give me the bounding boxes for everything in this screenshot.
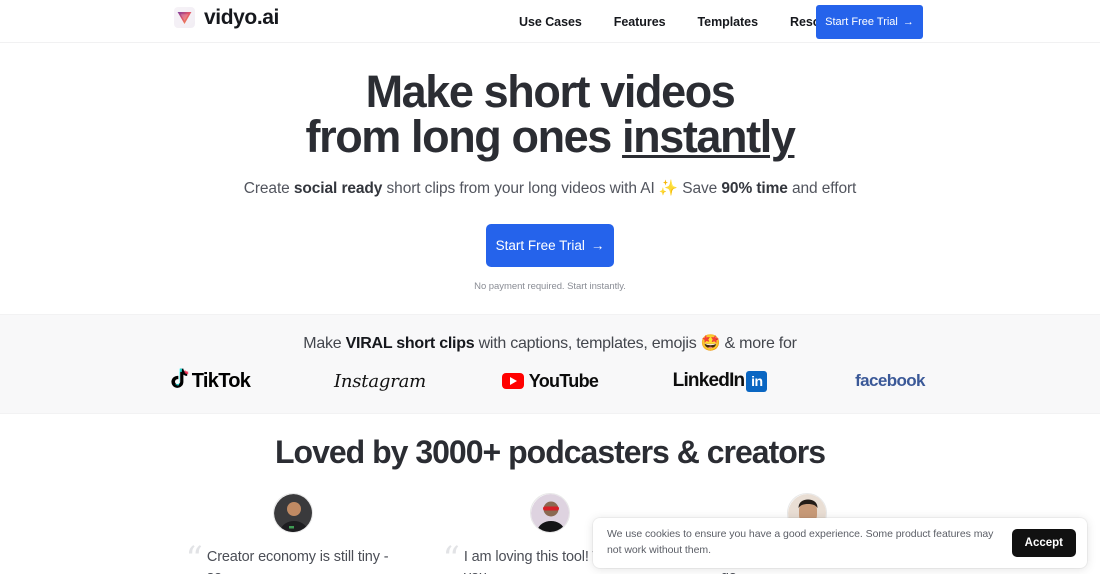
facebook-wordmark: facebook bbox=[855, 371, 925, 391]
sub-bold-social-ready: social ready bbox=[293, 180, 383, 197]
header-cta-label: Start Free Trial bbox=[825, 16, 898, 28]
headline-line-2-prefix: from long ones bbox=[305, 111, 623, 162]
vidyo-triangle-logo-icon bbox=[174, 7, 195, 28]
nav-item-features[interactable]: Features bbox=[614, 15, 666, 29]
tiktok-logo-icon bbox=[170, 368, 189, 394]
platform-logo-linkedin: LinkedIn in bbox=[635, 367, 805, 395]
brand-logo[interactable]: vidyo.ai bbox=[174, 7, 279, 28]
page-title: Make short videos from long ones instant… bbox=[0, 69, 1100, 159]
sub-part-4: and effort bbox=[787, 180, 857, 197]
sub-bold-90-percent-time: 90% time bbox=[721, 180, 788, 197]
youtube-play-icon bbox=[501, 373, 524, 390]
nav-item-templates[interactable]: Templates bbox=[698, 15, 759, 29]
social-platforms-band: Make VIRAL short clips with captions, te… bbox=[0, 314, 1100, 415]
band-title-end: & more for bbox=[720, 335, 797, 353]
hero-start-free-trial-button[interactable]: Start Free Trial → bbox=[486, 224, 614, 268]
tiktok-wordmark: TikTok bbox=[191, 369, 251, 392]
landing-page: vidyo.ai Use Cases Features Templates Re… bbox=[0, 0, 1100, 574]
quote-icon: “ bbox=[442, 539, 460, 574]
hero-cta-label: Start Free Trial bbox=[495, 238, 585, 254]
youtube-wordmark: YouTube bbox=[528, 370, 599, 391]
brand-name: vidyo.ai bbox=[204, 6, 279, 29]
platform-logo-row: TikTok Instagram YouTube LinkedIn in fac… bbox=[0, 367, 1100, 395]
avatar bbox=[530, 493, 570, 534]
nav-item-use-cases[interactable]: Use Cases bbox=[519, 15, 582, 29]
instagram-wordmark: Instagram bbox=[333, 370, 427, 392]
site-header: vidyo.ai Use Cases Features Templates Re… bbox=[0, 0, 1100, 43]
sub-part-1: Create bbox=[243, 180, 294, 197]
avatar bbox=[273, 493, 313, 534]
sub-part-2: short clips from your long videos with A… bbox=[382, 180, 659, 197]
hero-section: Make short videos from long ones instant… bbox=[0, 43, 1100, 292]
hero-subheading: Create social ready short clips from you… bbox=[0, 176, 1100, 201]
cookie-consent-banner: We use cookies to ensure you have a good… bbox=[593, 518, 1087, 568]
testimonial-card: “ Creator economy is still tiny - so bbox=[186, 493, 401, 574]
band-title-pre: Make bbox=[303, 335, 346, 353]
arrow-right-icon: → bbox=[590, 238, 605, 254]
star-struck-emoji-icon: 🤩 bbox=[700, 335, 721, 353]
testimonial-text: Creator economy is still tiny - so bbox=[206, 549, 389, 574]
platform-logo-instagram: Instagram bbox=[295, 367, 465, 395]
headline-underlined-word: instantly bbox=[622, 111, 796, 162]
quote-icon: “ bbox=[185, 539, 203, 574]
platform-logo-youtube: YouTube bbox=[465, 367, 635, 395]
linkedin-wordmark: LinkedIn bbox=[672, 370, 746, 392]
platform-logo-facebook: facebook bbox=[805, 367, 975, 395]
linkedin-in-icon: in bbox=[746, 370, 768, 392]
main-nav: Use Cases Features Templates Resources bbox=[519, 0, 854, 43]
headline-line-1: Make short videos bbox=[365, 66, 736, 117]
social-band-title: Make VIRAL short clips with captions, te… bbox=[0, 315, 1100, 353]
cookie-message: We use cookies to ensure you have a good… bbox=[607, 528, 994, 556]
header-start-free-trial-button[interactable]: Start Free Trial → bbox=[816, 5, 923, 39]
hero-cta-note: No payment required. Start instantly. bbox=[474, 281, 626, 293]
sparkles-emoji-icon: ✨ bbox=[658, 180, 679, 197]
arrow-right-icon: → bbox=[902, 16, 914, 28]
cookie-accept-button[interactable]: Accept bbox=[1011, 529, 1076, 557]
band-title-bold: VIRAL short clips bbox=[345, 335, 475, 353]
band-title-post: with captions, templates, emojis bbox=[474, 335, 701, 353]
platform-logo-tiktok: TikTok bbox=[125, 367, 295, 395]
testimonials-heading: Loved by 3000+ podcasters & creators bbox=[274, 434, 826, 471]
sub-part-3: Save bbox=[678, 180, 722, 197]
